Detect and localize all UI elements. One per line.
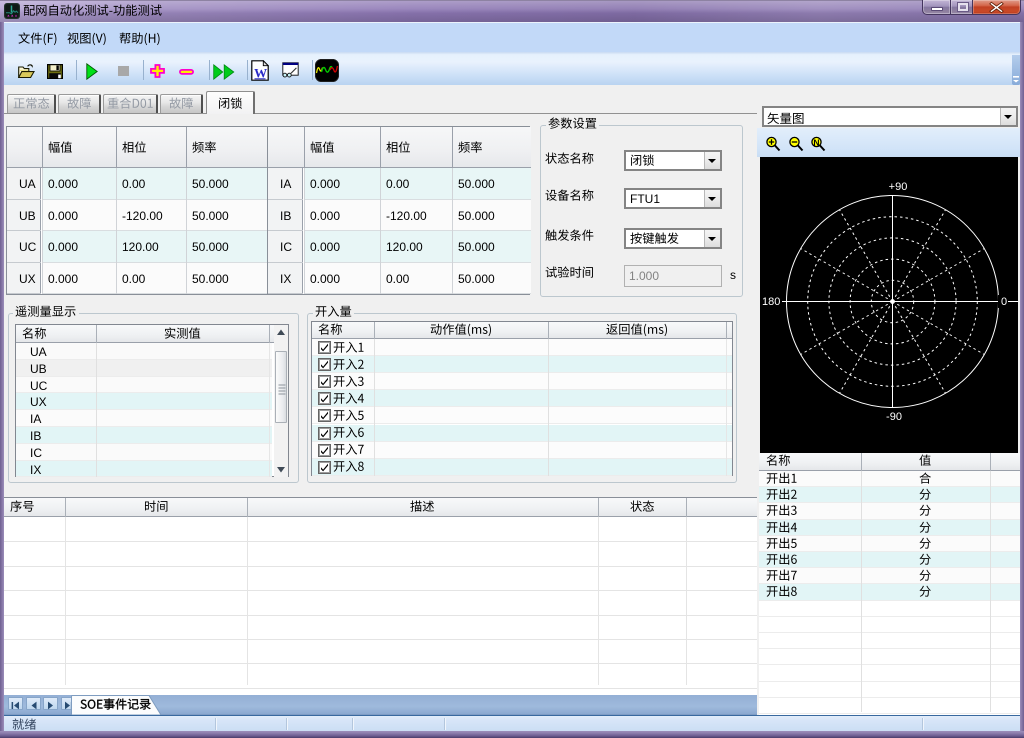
svg-text:N: N (813, 137, 819, 147)
svg-text:+90: +90 (889, 181, 908, 193)
svg-text:W: W (254, 66, 267, 81)
svg-text:180: 180 (762, 296, 780, 308)
svg-text:0: 0 (1001, 296, 1007, 308)
svg-text:-90: -90 (886, 411, 902, 423)
